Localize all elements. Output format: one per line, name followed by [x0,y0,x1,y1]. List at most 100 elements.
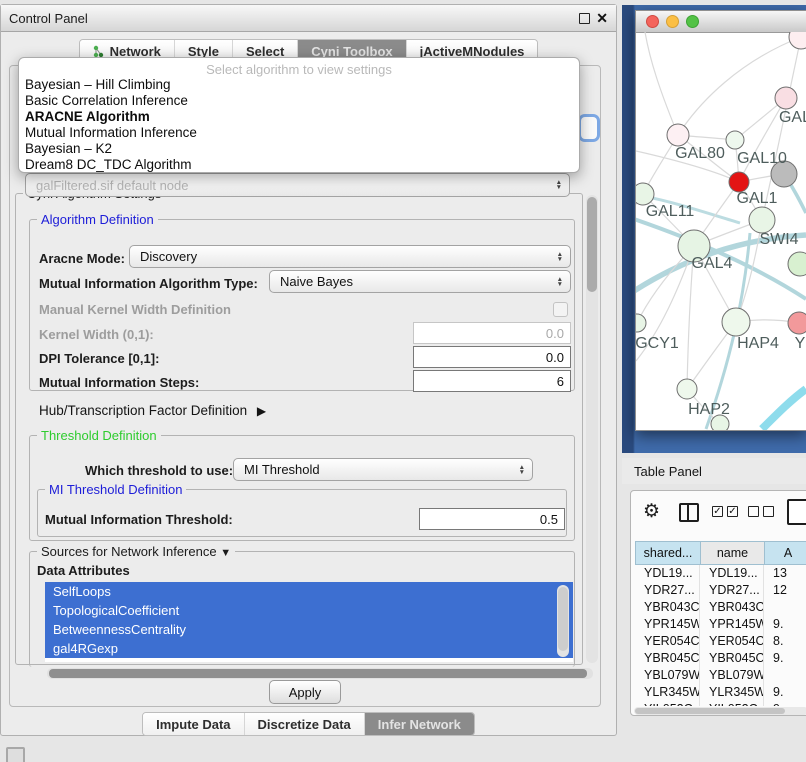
table-row[interactable]: YDL19...YDL19...13 [635,565,806,582]
mi-threshold-value: 0.5 [540,512,558,527]
hub-section-label: Hub/Transcription Factor Definition [39,403,247,418]
table-horizontal-scrollbar[interactable] [634,707,806,715]
attribute-item[interactable]: BetweennessCentrality [45,620,573,639]
table-cell: 9. [764,684,806,701]
table-panel-titlebar: Table Panel [622,458,806,484]
hub-section-toggle[interactable]: Hub/Transcription Factor Definition ▶ [39,403,266,418]
which-threshold-combo[interactable]: MI Threshold ▲▼ [233,458,533,481]
attribute-item[interactable]: gal4RGexp [45,639,573,658]
table-cell: YPR145W [635,616,700,633]
table-cell: YBL079W [635,667,700,684]
unchecked-checkbox-icon[interactable] [763,506,774,517]
settings-hscroll-thumb[interactable] [49,669,587,678]
which-threshold-label: Which threshold to use: [85,463,233,478]
algorithm-option[interactable]: ARACNE Algorithm [25,109,150,124]
gear-icon[interactable]: ⚙ [643,500,660,523]
network-node-swi4[interactable] [788,252,806,276]
unchecked-checkbox-icon[interactable] [748,506,759,517]
bottom-tab-discretize-data[interactable]: Discretize Data [245,713,365,735]
table-hscroll-thumb[interactable] [635,708,785,714]
network-node[interactable] [729,172,749,192]
table-cell: YIL052C [700,701,764,706]
dpi-tolerance-field[interactable]: 0.0 [413,346,571,368]
table-cell: YIL052C [635,701,700,706]
network-node-gal10[interactable] [726,131,744,149]
table-row[interactable]: YBR045CYBR045C9. [635,650,806,667]
checked-checkbox-icon[interactable]: ✓ [712,506,723,517]
stepper-icon: ▲▼ [556,180,562,190]
table-cell [764,667,806,684]
float-window-icon[interactable] [579,13,590,24]
network-node[interactable] [789,32,806,49]
table-cell: YER054C [635,633,700,650]
algorithm-option[interactable]: Mutual Information Inference [25,125,197,140]
table-row[interactable]: YBL079WYBL079W [635,667,806,684]
table-cell: YDL19... [700,565,764,582]
settings-vertical-scrollbar[interactable] [586,195,598,663]
table-row[interactable]: YDR27...YDR27...12 [635,582,806,599]
network-view-region: GALGAL80GAL10GAL1GAL11SWI4GAL4GCY1HAP4YH… [622,5,806,453]
mi-threshold-group-title: MI Threshold Definition [45,482,186,497]
network-collection-combo[interactable]: galFiltered.sif default node ▲▼ [25,173,570,197]
close-icon[interactable]: ✕ [596,10,608,27]
network-node-gal1[interactable] [749,207,775,233]
stepper-icon: ▲▼ [557,252,563,262]
algorithm-option[interactable]: Bayesian – K2 [25,141,112,156]
attribute-item[interactable]: TopologicalCoefficient [45,601,573,620]
dock-mini-icon[interactable] [6,747,25,762]
checked-checkbox-icon[interactable]: ✓ [727,506,738,517]
node-label: GAL1 [737,190,778,207]
attributes-scroll-thumb[interactable] [558,587,568,651]
algorithm-option[interactable]: Bayesian – Hill Climbing [25,77,171,92]
attributes-list-scrollbar[interactable] [557,585,569,657]
attribute-item[interactable]: SelfLoops [45,582,573,601]
algorithm-option[interactable]: Dream8 DC_TDC Algorithm [25,157,192,172]
network-node-gal[interactable] [775,87,797,109]
close-traffic-light-icon[interactable] [646,15,659,28]
table-row[interactable]: YER054CYER054C8. [635,633,806,650]
table-row[interactable]: YPR145WYPR145W9. [635,616,806,633]
table-mode-icon[interactable] [787,499,806,525]
zoom-traffic-light-icon[interactable] [686,15,699,28]
manual-kernel-checkbox[interactable] [553,302,568,317]
mi-threshold-label: Mutual Information Threshold: [45,512,233,527]
column-header-2[interactable]: name [700,541,764,565]
network-window[interactable]: GALGAL80GAL10GAL1GAL11SWI4GAL4GCY1HAP4YH… [635,10,806,431]
settings-vscroll-thumb[interactable] [587,197,597,292]
apply-button[interactable]: Apply [269,680,341,704]
network-node-gal11[interactable] [636,183,654,205]
network-node-gcy1[interactable] [636,314,646,332]
bottom-tab-infer-network[interactable]: Infer Network [365,713,474,735]
minimize-traffic-light-icon[interactable] [666,15,679,28]
network-canvas[interactable]: GALGAL80GAL10GAL1GAL11SWI4GAL4GCY1HAP4YH… [636,32,806,430]
control-panel-bottom-tabbar: Impute DataDiscretize DataInfer Network [1,712,616,736]
mi-threshold-field[interactable]: 0.5 [419,508,565,530]
mi-steps-field[interactable]: 6 [413,370,571,392]
algorithm-option[interactable]: Basic Correlation Inference [25,93,188,108]
manual-kernel-label: Manual Kernel Width Definition [39,302,231,317]
mi-type-label: Mutual Information Algorithm Type: [39,276,258,291]
mi-steps-label: Mutual Information Steps: [39,375,199,390]
data-attributes-label: Data Attributes [37,563,130,578]
threshold-definition-title: Threshold Definition [37,428,161,443]
chevron-right-icon: ▶ [257,404,266,418]
bottom-tab-impute-data[interactable]: Impute Data [143,713,244,735]
column-header-1[interactable]: shared... [635,541,700,565]
network-node-gal80[interactable] [667,124,689,146]
split-panes-icon[interactable] [679,503,699,522]
table-row[interactable]: YIL052CYIL052C9 [635,701,806,706]
aracne-mode-combo[interactable]: Discovery ▲▼ [129,245,571,268]
table-row[interactable]: YLR345WYLR345W9. [635,684,806,701]
network-node-hap2[interactable] [677,379,697,399]
chevron-down-icon[interactable]: ▼ [220,547,231,559]
node-label: SWI4 [759,231,798,248]
network-node-y[interactable] [788,312,806,334]
settings-horizontal-scrollbar[interactable] [47,668,593,679]
table-row[interactable]: YBR043CYBR043C [635,599,806,616]
column-header-3[interactable]: A [764,541,806,565]
network-node-hap4[interactable] [722,308,750,336]
network-window-titlebar[interactable] [636,11,806,33]
mi-type-combo[interactable]: Naive Bayes ▲▼ [269,270,571,293]
kernel-width-field[interactable]: 0.0 [413,322,571,344]
data-attributes-list[interactable]: SelfLoopsTopologicalCoefficientBetweenne… [45,582,573,662]
